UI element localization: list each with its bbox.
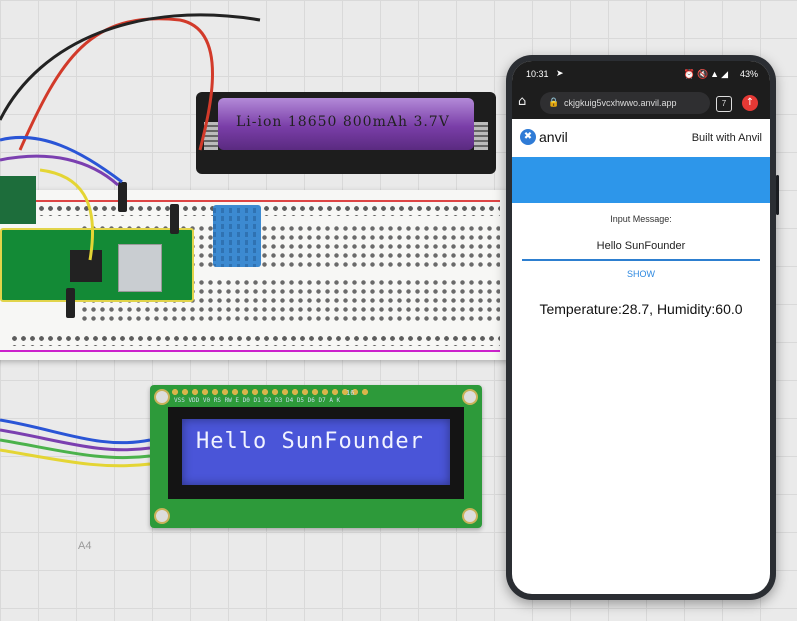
smartphone: 10:31 ➤ ⏰🔇▲◢ 43% ⌂ 🔒 ckjgkuig5vcxhwwo.an… [506, 55, 779, 600]
lcd1602-module: VSS VDD V0 RS RW E D0 D1 D2 D3 D4 D5 D6 … [150, 385, 482, 528]
anvil-logo[interactable]: ✖ anvil [520, 129, 568, 145]
app-header: ✖ anvil Built with Anvil [512, 119, 770, 158]
lcd-silkscreen: VSS VDD V0 RS RW E D0 D1 D2 D3 D4 D5 D6 … [174, 397, 341, 404]
lock-icon: 🔒 [548, 97, 560, 107]
built-with-anvil-link[interactable]: Built with Anvil [692, 132, 762, 144]
sensor-readout: Temperature:28.7, Humidity:60.0 [539, 301, 743, 317]
lcd-wire-purple [0, 428, 151, 452]
purple-wire [0, 154, 119, 187]
anvil-logo-text: anvil [539, 129, 568, 145]
mount-hole [154, 508, 170, 524]
phone-screen: 10:31 ➤ ⏰🔇▲◢ 43% ⌂ 🔒 ckjgkuig5vcxhwwo.an… [512, 61, 770, 594]
red-wire [18, 17, 214, 151]
show-button[interactable]: SHOW [512, 269, 770, 279]
status-time: 10:31 [526, 69, 549, 79]
telegram-icon: ➤ [556, 68, 564, 78]
title-band [512, 157, 770, 203]
message-input[interactable] [522, 233, 760, 261]
url-text: ckjgkuig5vcxhwwo.anvil.app [564, 98, 677, 108]
lcd-screen: Hello SunFounder [182, 419, 450, 485]
status-icons: ⏰🔇▲◢ [683, 69, 730, 79]
battery-percent: 43% [739, 69, 758, 79]
tab-count-button[interactable]: 7 [716, 96, 732, 112]
update-icon[interactable]: ↑ [742, 95, 758, 111]
lcd-text: Hello SunFounder [196, 429, 424, 454]
anvil-logo-icon: ✖ [520, 129, 536, 145]
mount-hole [462, 389, 478, 405]
mount-hole [154, 389, 170, 405]
status-bar: 10:31 ➤ ⏰🔇▲◢ 43% [512, 61, 770, 87]
input-label: Input Message: [610, 214, 672, 224]
lcd-pin-label: 16 [346, 389, 355, 397]
mount-hole [462, 508, 478, 524]
yellow-wire [39, 168, 95, 261]
black-wire [0, 13, 261, 121]
address-bar[interactable]: 🔒 ckjgkuig5vcxhwwo.anvil.app [540, 92, 710, 114]
browser-toolbar: ⌂ 🔒 ckjgkuig5vcxhwwo.anvil.app 7 ↑ [512, 87, 770, 119]
lcd-pin-header [170, 387, 370, 397]
home-icon[interactable]: ⌂ [518, 94, 526, 109]
side-button [776, 175, 779, 215]
lcd-wire-blue [0, 418, 151, 445]
lcd-bezel: Hello SunFounder [168, 407, 464, 499]
